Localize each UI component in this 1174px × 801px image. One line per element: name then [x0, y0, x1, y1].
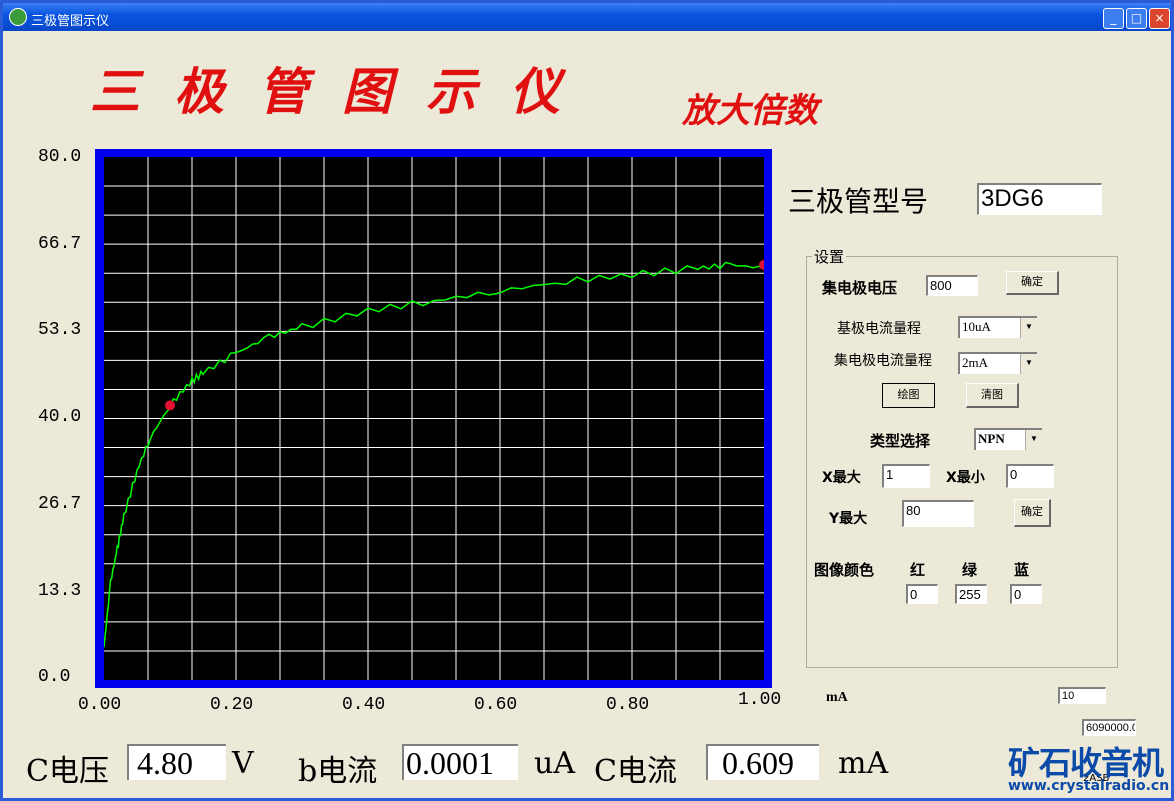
ymax-label: Y最大	[829, 511, 868, 527]
x-tick-label: 1.00	[738, 690, 782, 710]
chevron-down-icon[interactable]: ▼	[1020, 354, 1037, 374]
ymax-input[interactable]: 80	[902, 500, 974, 527]
blue-label: 蓝	[1014, 561, 1030, 579]
x-tick-label: 0.20	[210, 695, 254, 715]
app-heading: 三极管图示仪	[90, 62, 594, 121]
b-current-value[interactable]: 0.0001	[402, 744, 518, 780]
c-voltage-unit: V	[232, 746, 254, 781]
model-input[interactable]: 3DG6	[977, 183, 1102, 215]
c-voltage-value[interactable]: 4.80	[127, 744, 226, 780]
chevron-down-icon[interactable]: ▼	[1020, 318, 1037, 338]
x-tick-label: 0.40	[342, 695, 386, 715]
xmin-label: X最小	[946, 470, 985, 486]
c-voltage-label: C电压	[26, 754, 109, 789]
gain-heading: 放大倍数	[682, 91, 818, 131]
app-icon	[9, 8, 27, 26]
data-marker	[165, 400, 175, 411]
base-range-select[interactable]: 10uA ▼	[958, 316, 1037, 338]
chevron-down-icon[interactable]: ▼	[1025, 430, 1042, 450]
type-select[interactable]: NPN ▼	[974, 428, 1042, 450]
window-title: 三极管图示仪	[31, 14, 110, 29]
collector-range-select[interactable]: 2mA ▼	[958, 352, 1037, 374]
y-tick-label: 0.0	[38, 667, 71, 688]
y-tick-label: 13.3	[38, 580, 82, 601]
xmax-label: X最大	[822, 470, 861, 486]
b-current-unit: uA	[534, 746, 575, 781]
clear-button[interactable]: 清图	[966, 383, 1019, 408]
minimize-button[interactable]: _	[1103, 8, 1124, 29]
base-range-value: 10uA	[962, 319, 991, 334]
x-tick-label: 0.00	[78, 695, 122, 715]
base-range-label: 基极电流量程	[837, 321, 921, 337]
green-label: 绿	[962, 561, 978, 579]
x-tick-label: 0.80	[606, 695, 650, 715]
settings-group-label: 设置	[812, 246, 847, 267]
y-tick-label: 80.0	[38, 147, 82, 167]
maximize-button[interactable]: □	[1126, 8, 1147, 29]
model-label: 三极管型号	[788, 185, 929, 218]
title-bar: 三极管图示仪 _ □ ×	[3, 3, 1171, 31]
red-input[interactable]: 0	[906, 584, 938, 604]
blue-input[interactable]: 0	[1010, 584, 1042, 604]
x-tick-label: 0.60	[474, 695, 518, 715]
y-tick-label: 26.7	[38, 493, 82, 514]
c-current-unit: mA	[838, 746, 889, 781]
confirm-voltage-button[interactable]: 确定	[1006, 271, 1059, 295]
c-current-label: C电流	[594, 754, 677, 789]
plot-area	[104, 157, 764, 680]
xmin-input[interactable]: 0	[1006, 464, 1054, 488]
aux-field-1[interactable]: 10	[1058, 687, 1106, 704]
collector-voltage-input[interactable]: 800	[926, 275, 978, 296]
confirm-range-button[interactable]: 确定	[1014, 499, 1051, 527]
collector-voltage-label: 集电极电压	[822, 279, 898, 297]
y-tick-label: 40.0	[38, 407, 82, 428]
red-label: 红	[910, 561, 926, 579]
green-input[interactable]: 255	[955, 584, 987, 604]
x-unit-label: mA	[826, 690, 848, 705]
watermark-url: www.crystalradio.cn	[1008, 778, 1170, 794]
type-label: 类型选择	[870, 432, 931, 450]
xmax-input[interactable]: 1	[882, 464, 930, 488]
draw-button[interactable]: 绘图	[882, 383, 935, 408]
type-value: NPN	[978, 431, 1005, 446]
collector-range-label: 集电极电流量程	[834, 353, 932, 369]
close-button[interactable]: ×	[1149, 8, 1170, 29]
aux-field-2[interactable]: 6090000.0	[1082, 719, 1136, 736]
y-tick-label: 53.3	[38, 320, 82, 341]
b-current-label: b电流	[298, 754, 378, 789]
color-label: 图像颜色	[814, 561, 875, 579]
collector-range-value: 2mA	[962, 355, 988, 370]
y-tick-label: 66.7	[38, 233, 82, 254]
c-current-value[interactable]: 0.609	[706, 744, 819, 780]
